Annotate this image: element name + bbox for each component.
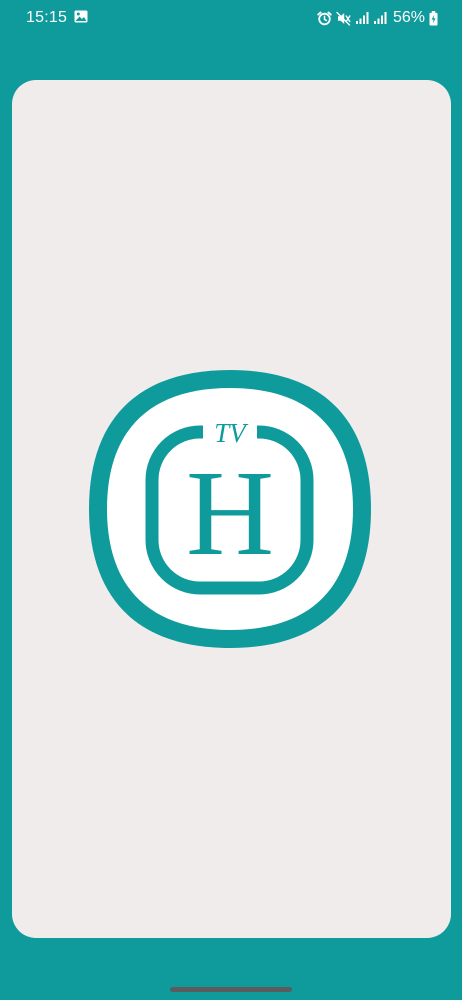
home-indicator[interactable] xyxy=(170,987,292,992)
status-time: 15:15 xyxy=(26,9,68,26)
battery-charging-icon xyxy=(429,10,438,25)
status-icons: 56% xyxy=(317,9,438,27)
battery-percent: 56% xyxy=(392,9,425,26)
signal-icon xyxy=(373,12,387,24)
logo-badge-text: TV xyxy=(214,418,249,448)
signal-icon xyxy=(355,12,369,24)
app-logo: TV H xyxy=(89,370,371,648)
logo-letter: H xyxy=(186,446,274,581)
splash-screen: 15:15 56% TV H xyxy=(0,0,462,1000)
gallery-icon xyxy=(74,10,88,23)
status-bar: 15:15 56% xyxy=(0,0,462,36)
alarm-icon xyxy=(317,11,332,25)
mute-icon xyxy=(336,11,351,26)
